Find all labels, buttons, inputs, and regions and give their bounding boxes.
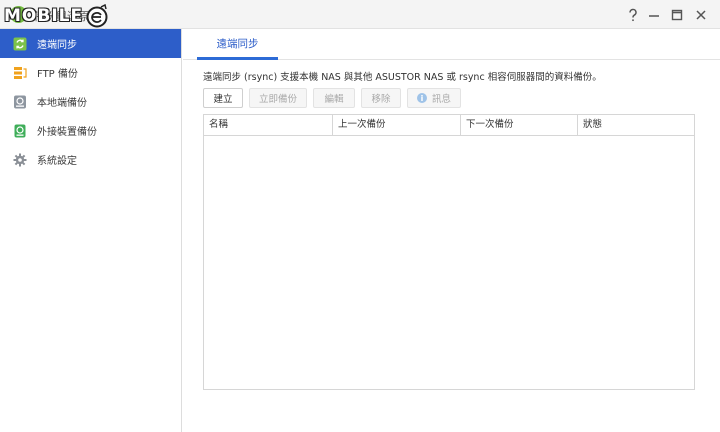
sidebar-item-label: 遠端同步 (37, 40, 77, 51)
tab-remote-sync[interactable]: 遠端同步 (197, 29, 278, 60)
minimize-button[interactable] (645, 6, 663, 24)
backup-now-button[interactable]: 立即備份 (249, 88, 307, 108)
maximize-icon (671, 9, 683, 21)
sidebar-item-system-settings[interactable]: 系統設定 (0, 145, 181, 174)
sidebar-item-ftp-backup[interactable]: FTP 備份 (0, 58, 181, 87)
local-backup-icon (12, 94, 28, 110)
question-mark-icon (629, 8, 637, 22)
sidebar-item-local-backup[interactable]: 本地端備份 (0, 87, 181, 116)
sidebar-item-remote-sync[interactable]: 遠端同步 (0, 29, 181, 58)
maximize-button[interactable] (668, 6, 686, 24)
gear-icon (12, 152, 28, 168)
info-icon: i (416, 93, 427, 103)
remove-button[interactable]: 移除 (361, 88, 401, 108)
title-bar: 備份與還原 MOBILE (0, 0, 720, 29)
sidebar-item-external-backup[interactable]: 外接裝置備份 (0, 116, 181, 145)
sidebar: 遠端同步 FTP 備份 本地端備份 外接裝置備份 系統設定 (0, 29, 182, 432)
sidebar-item-label: 本地端備份 (37, 98, 87, 109)
sidebar-item-label: FTP 備份 (37, 69, 78, 80)
watermark-emblem-icon (86, 4, 108, 28)
table-header: 名稱 上一次備份 下一次備份 狀態 (204, 115, 694, 136)
info-button-label: 訊息 (431, 94, 451, 105)
remote-sync-icon (12, 36, 28, 52)
description-text: 遠端同步 (rsync) 支援本機 NAS 與其他 ASUSTOR NAS 或 … (203, 72, 602, 83)
info-button[interactable]: i 訊息 (407, 88, 461, 108)
create-button[interactable]: 建立 (203, 88, 243, 108)
sidebar-item-label: 外接裝置備份 (37, 127, 97, 138)
column-header-name[interactable]: 名稱 (204, 115, 333, 135)
edit-button[interactable]: 編輯 (313, 88, 355, 108)
close-button[interactable] (692, 6, 710, 24)
main-panel: 遠端同步 遠端同步 (rsync) 支援本機 NAS 與其他 ASUSTOR N… (183, 29, 720, 432)
help-button[interactable] (624, 6, 642, 24)
watermark-logo: MOBILE (4, 3, 110, 29)
backup-jobs-table: 名稱 上一次備份 下一次備份 狀態 (203, 114, 695, 390)
ftp-icon (12, 65, 28, 81)
tab-bar: 遠端同步 (183, 29, 720, 60)
column-header-next-backup[interactable]: 下一次備份 (461, 115, 578, 135)
column-header-last-backup[interactable]: 上一次備份 (333, 115, 461, 135)
watermark-text: MOBILE (4, 6, 84, 26)
minimize-icon (649, 15, 659, 17)
close-icon (696, 10, 706, 20)
external-device-icon (12, 123, 28, 139)
column-header-status[interactable]: 狀態 (578, 115, 694, 135)
sidebar-item-label: 系統設定 (37, 156, 77, 167)
toolbar: 建立 立即備份 編輯 移除 i 訊息 (203, 88, 467, 108)
